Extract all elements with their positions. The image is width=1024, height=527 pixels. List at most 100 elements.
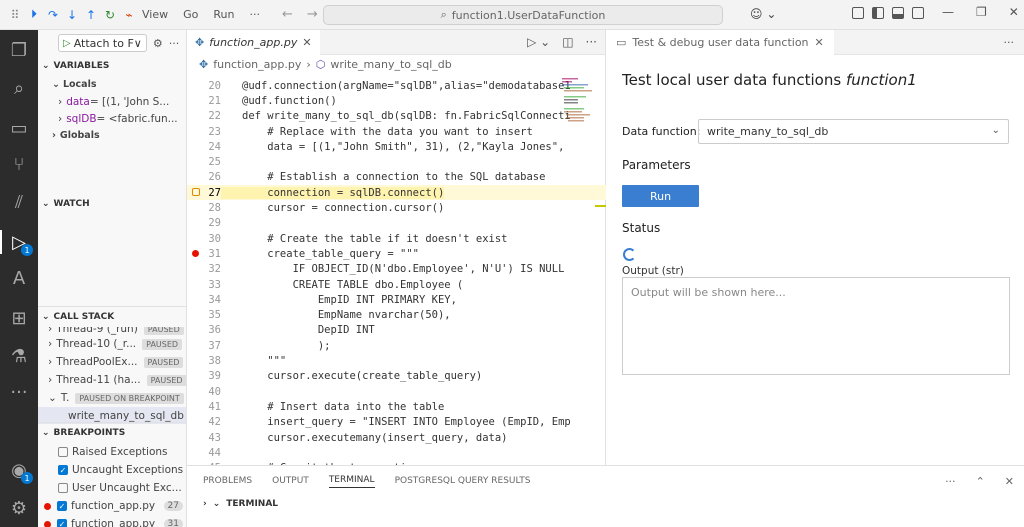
tab-problems[interactable]: PROBLEMS [203,476,252,486]
code-line[interactable]: 39 cursor.execute(create_table_query) [187,369,606,384]
code-line[interactable]: 41 # Insert data into the table [187,399,606,414]
step-over-icon[interactable]: ↷ [46,8,60,22]
code-line[interactable]: 24 data = [(1,"John Smith", 31), (2,"Kay… [187,139,606,154]
drag-handle-icon[interactable]: ⠿ [8,8,22,22]
source-control-icon[interactable]: ⑂ [7,152,31,176]
tab-output[interactable]: OUTPUT [272,476,309,486]
code-line[interactable]: 40 [187,384,606,399]
breakpoints-section-header[interactable]: ⌄ BREAKPOINTS [38,423,186,443]
function-select[interactable]: write_many_to_sql_db ⌄ [698,119,1009,144]
maximize-panel-icon[interactable]: ⌃ [976,475,985,488]
code-line[interactable]: 26 # Establish a connection to the SQL d… [187,170,606,185]
terminal-section-header[interactable]: › ⌄ TERMINAL [187,496,1024,512]
output-textarea[interactable]: Output will be shown here... [622,277,1010,375]
code-line[interactable]: 28 cursor = connection.cursor() [187,200,606,215]
command-center[interactable]: ⌕ function1.UserDataFunction [323,5,723,25]
tab-test-debug[interactable]: ▭ Test & debug user data function ✕ [606,29,834,55]
toggle-sidebar-icon[interactable] [872,7,884,19]
extensions-icon[interactable]: ⊞ [7,306,31,330]
code-line[interactable]: 37 ); [187,338,606,353]
code-line[interactable]: 25 [187,155,606,170]
run-button[interactable]: Run [622,185,699,207]
close-tab-icon[interactable]: ✕ [302,36,311,49]
callstack-section-header[interactable]: ⌄ CALL STACK [38,307,186,327]
toggle-secondary-sidebar-icon[interactable] [912,7,924,19]
search-view-icon[interactable]: ⌕ [7,76,31,100]
debug-more-icon[interactable]: ··· [169,37,180,50]
testing-icon[interactable]: ⚗ [7,344,31,368]
back-arrow-icon[interactable]: ← [282,7,293,22]
continue-icon[interactable]: ⏵ [27,7,41,22]
globals-scope[interactable]: › Globals [38,127,186,144]
menu-more[interactable]: ··· [249,8,260,21]
variable-row[interactable]: › data = [(1, 'John S... [38,93,186,110]
menu-view[interactable]: View [142,8,168,21]
thread-row[interactable]: › ThreadPoolEx... PAUSED [38,353,186,371]
code-line[interactable]: 42 insert_query = "INSERT INTO Employee … [187,415,606,430]
azure-icon[interactable]: A [7,266,31,290]
code-line[interactable]: 36 DepID INT [187,323,606,338]
toggle-panel-icon[interactable] [892,7,904,19]
code-line[interactable]: 31 create_table_query = """ [187,246,606,261]
checkbox[interactable]: ✓ [57,519,67,527]
minimize-icon[interactable]: — [942,5,954,19]
code-line[interactable]: 21 @udf.function() [187,93,606,108]
manage-gear-icon[interactable]: ⚙ [7,496,31,520]
checkbox[interactable]: ✓ [58,465,68,475]
thread-row[interactable]: ⌄ T. PAUSED ON BREAKPOINT [38,389,186,407]
close-window-icon[interactable]: ✕ [1009,5,1019,19]
restore-icon[interactable]: ❐ [976,5,987,19]
panel-more-icon[interactable]: ··· [945,475,956,488]
start-debug-icon[interactable]: ▷ [63,38,71,49]
menu-run[interactable]: Run [213,8,234,21]
code-area[interactable]: 20 @udf.connection(argName="sqlDB",alias=… [187,76,606,465]
run-python-icon[interactable]: ▷ ⌄ [527,35,550,49]
variable-row[interactable]: › sqlDB = <fabric.fun... [38,110,186,127]
checkbox[interactable] [58,447,68,457]
code-line[interactable]: 22 def write_many_to_sql_db(sqlDB: fn.Fab… [187,109,606,124]
code-line[interactable]: 44 [187,445,606,460]
code-line[interactable]: 43 cursor.executemany(insert_query, data… [187,430,606,445]
close-panel-icon[interactable]: ✕ [1005,475,1024,488]
more-views-icon[interactable]: ··· [7,380,31,404]
tab-terminal[interactable]: TERMINAL [328,475,375,488]
menu-go[interactable]: Go [183,8,198,21]
checkbox[interactable]: ✓ [57,501,67,511]
step-into-icon[interactable]: ↓ [65,8,79,22]
fabric-icon[interactable]: ⫽ [7,190,31,214]
forward-arrow-icon[interactable]: → [307,7,318,22]
code-line[interactable]: 33 CREATE TABLE dbo.Employee ( [187,277,606,292]
code-line[interactable]: 29 [187,216,606,231]
thread-row[interactable]: › Thread-11 (ha... PAUSED [38,371,186,389]
step-out-icon[interactable]: ↑ [84,8,98,22]
editor-more-icon[interactable]: ··· [586,35,597,49]
account-icon[interactable]: ◉ 1 [7,458,33,484]
code-line[interactable]: 32 IF OBJECT_ID(N'dbo.Employee', N'U') I… [187,262,606,277]
panel-more-icon[interactable]: ··· [1004,36,1024,49]
variables-section-header[interactable]: ⌄ VARIABLES [38,56,186,76]
copilot-icon[interactable]: ☺ ⌄ [750,7,776,21]
tab-postgresql-results[interactable]: POSTGRESQL QUERY RESULTS [395,476,531,486]
breakpoint-file[interactable]: ✓ function_app.py 27 [38,497,186,515]
customize-layout-icon[interactable] [852,7,864,19]
thread-row[interactable]: › Thread-10 (_r... PAUSED [38,335,186,353]
watch-section-header[interactable]: ⌄ WATCH [38,194,90,214]
tab-function-app[interactable]: ✥ function_app.py ✕ [187,29,320,55]
code-line[interactable]: 27 connection = sqlDB.connect() [187,185,606,201]
explorer-icon[interactable]: ❐ [7,38,31,62]
minimap[interactable] [562,76,592,126]
attach-config-dropdown[interactable]: ▷ Attach to F∨ [58,34,147,52]
checkbox[interactable] [58,483,68,493]
code-line[interactable]: 20 @udf.connection(argName="sqlDB",alias=… [187,78,606,93]
thread-row[interactable]: › Thread-9 (_run) PAUSED [38,327,186,335]
breakpoint-option[interactable]: Raised Exceptions [38,443,186,461]
breadcrumb-file[interactable]: function_app.py [213,58,301,71]
code-line[interactable]: 35 EmpName nvarchar(50), [187,308,606,323]
breadcrumb-symbol[interactable]: write_many_to_sql_db [330,58,451,71]
split-editor-icon[interactable]: ◫ [562,35,573,49]
breakpoint-option[interactable]: ✓ Uncaught Exceptions [38,461,186,479]
breakpoint-file[interactable]: ✓ function_app.py 31 [38,515,186,527]
run-debug-icon[interactable]: ▷ 1 [0,230,33,256]
restart-icon[interactable]: ↻ [103,8,117,22]
disconnect-icon[interactable]: ⌁ [122,8,136,22]
